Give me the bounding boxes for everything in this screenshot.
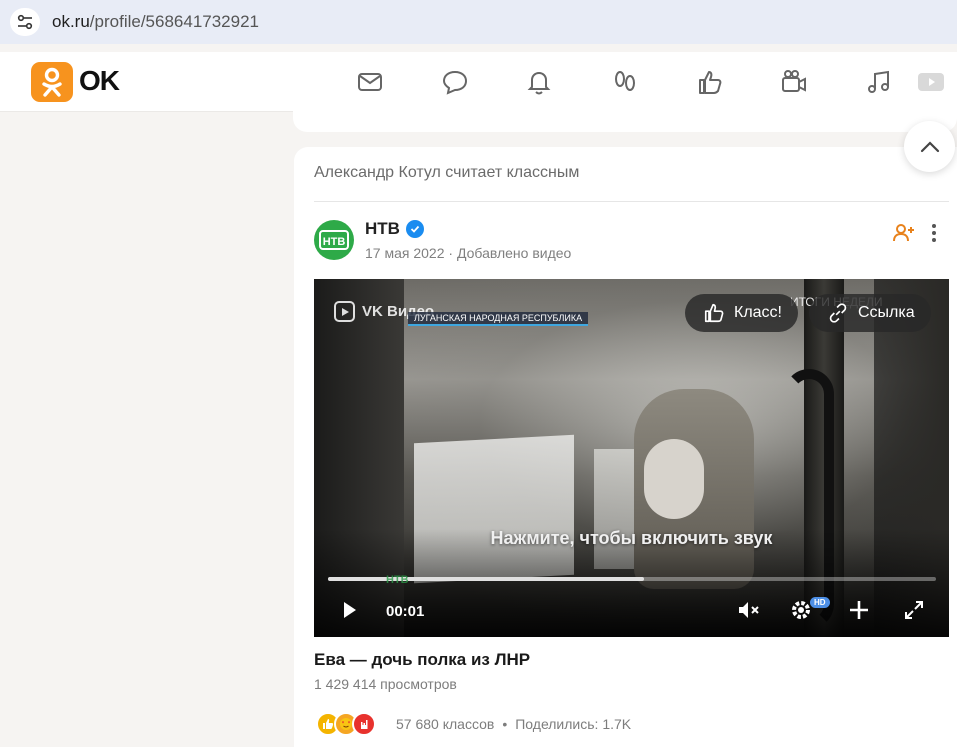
share-link-label: Ссылка [858,304,915,321]
rock-reaction-icon [352,712,376,736]
play-icon[interactable] [334,595,364,625]
stats-bullet: • [502,716,508,732]
video-progress-bar[interactable] [328,577,936,581]
meta-separator: · [448,245,454,261]
browser-address-bar: ok.ru/profile/568641732921 [0,0,957,44]
reaction-stats: 57 680 классов • Поделились: 1.7K [396,716,631,732]
ok-logo-icon[interactable] [31,62,73,102]
url-path: /profile/568641732921 [89,12,259,31]
previous-post-card [293,110,957,132]
author-avatar[interactable]: НТВ [314,220,354,260]
messages-icon[interactable] [354,66,386,98]
video-location-tag: ЛУГАНСКАЯ НАРОДНАЯ РЕСПУБЛИКА [408,312,589,326]
address-field[interactable]: ok.ru/profile/568641732921 [0,0,957,44]
divider [314,201,949,202]
vk-video-icon[interactable] [914,66,946,98]
hd-badge: HD [810,597,830,608]
guests-icon[interactable] [609,66,641,98]
discussions-icon[interactable] [439,66,471,98]
video-progress-fill [328,577,645,581]
classes-count[interactable]: 57 680 классов [396,716,494,732]
verified-icon [406,220,424,238]
add-friend-icon[interactable] [892,221,916,245]
ntv-watermark: НТВ [386,574,409,586]
video-title[interactable]: Ева — дочь полка из ЛНР [314,650,530,670]
fullscreen-icon[interactable] [899,595,929,625]
unmute-hint[interactable]: Нажмите, чтобы включить звук [314,528,949,549]
class-button-label: Класс! [734,304,782,321]
more-options-icon[interactable] [926,221,942,245]
post-meta: 17 мая 2022 · Добавлено видео [365,245,571,261]
link-icon [829,303,847,323]
likes-icon[interactable] [694,66,726,98]
video-views: 1 429 414 просмотров [314,676,457,692]
scroll-to-top-button[interactable] [904,121,955,172]
author-name[interactable]: НТВ [365,219,400,239]
reaction-icons[interactable] [316,712,376,736]
notifications-icon[interactable] [523,66,555,98]
video-icon[interactable] [778,66,810,98]
video-time: 00:01 [386,603,425,620]
chevron-up-icon [920,140,939,152]
shares-count[interactable]: Поделились: 1.7K [515,716,631,732]
like-icon [704,303,724,323]
video-player[interactable]: VK Видео ЛУГАНСКАЯ НАРОДНАЯ РЕСПУБЛИКА И… [314,279,949,637]
svg-text:НТВ: НТВ [323,236,346,248]
class-button[interactable]: Класс! [685,294,798,332]
post-date[interactable]: 17 мая 2022 [365,245,445,261]
site-header: OK [0,52,957,112]
add-to-playlist-icon[interactable] [844,595,874,625]
vk-video-logo-icon [334,301,355,322]
url-host: ok.ru [52,12,90,31]
ok-logo-text[interactable]: OK [79,65,120,97]
url-text[interactable]: ok.ru/profile/568641732921 [52,12,259,32]
post-action: Добавлено видео [456,245,572,261]
post-context-line[interactable]: Александр Котул считает классным [314,164,579,182]
music-icon[interactable] [863,66,895,98]
mute-icon[interactable] [734,595,764,625]
site-settings-icon[interactable] [10,8,40,36]
video-frame-face [644,439,704,519]
feed-post-card: Александр Котул считает классным НТВ НТВ… [294,147,957,747]
share-link-button[interactable]: Ссылка [809,294,931,332]
